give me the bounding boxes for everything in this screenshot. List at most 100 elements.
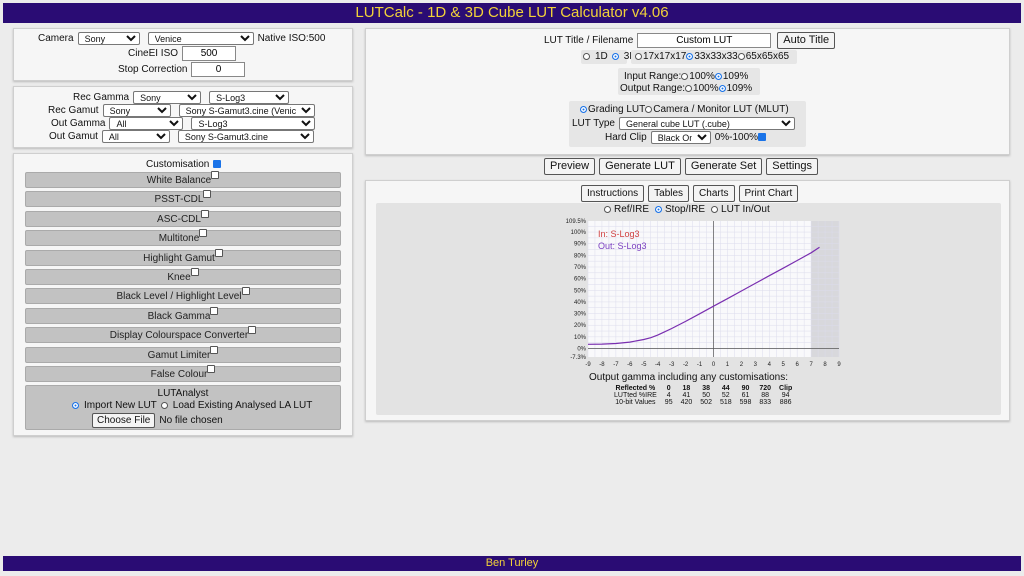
- bar-white-balance[interactable]: White Balance: [25, 171, 341, 188]
- size-17-radio[interactable]: [635, 53, 642, 60]
- mode-lut-inout-radio[interactable]: [711, 206, 719, 213]
- chart-y-tick-label: 50%: [574, 288, 587, 294]
- tab-print-chart[interactable]: Print Chart: [738, 185, 799, 202]
- out-gamma-make-select[interactable]: All: [109, 117, 184, 130]
- auto-title-button[interactable]: Auto Title: [777, 32, 836, 49]
- bar-display-colourspace-converter[interactable]: Display Colourspace Converter: [25, 326, 341, 344]
- size-33-radio[interactable]: [686, 53, 694, 60]
- rec-gamma-select[interactable]: S-Log3: [209, 91, 290, 104]
- table-cell: 598: [739, 399, 752, 406]
- table-cell: 52: [721, 392, 730, 399]
- size-65-radio[interactable]: [737, 53, 745, 60]
- bar-multitone[interactable]: Multitone: [25, 229, 341, 247]
- chart-y-tick-label: 90%: [574, 242, 587, 248]
- checkbox-gamut-limiter[interactable]: [210, 345, 219, 354]
- table-cell: 61: [741, 392, 750, 399]
- rec-gamma-make-select[interactable]: Sony: [133, 91, 202, 104]
- tab-charts[interactable]: Charts: [693, 185, 735, 202]
- out-gamut-select[interactable]: Sony S-Gamut3.cine: [177, 130, 314, 143]
- bar-gamut-limiter[interactable]: Gamut Limiter: [25, 345, 341, 363]
- dim-3d-radio[interactable]: [611, 53, 619, 60]
- customisation-checkbox[interactable]: [213, 159, 222, 168]
- input-range-109-radio[interactable]: [714, 73, 722, 80]
- checkbox-white-balance[interactable]: [211, 171, 220, 179]
- hard-clip-select[interactable]: Black Only: [650, 131, 711, 144]
- bar-false-colour[interactable]: False Colour: [25, 365, 341, 382]
- grading-lut-label: Grading LUT: [588, 104, 646, 115]
- tab-instructions[interactable]: Instructions: [581, 185, 645, 202]
- table-cell: 518: [719, 399, 732, 406]
- dim-1d-radio[interactable]: [583, 53, 590, 60]
- output-range-100-label: 100%: [693, 83, 719, 94]
- bar-black-level-highlight-level[interactable]: Black Level / Highlight Level: [25, 287, 341, 305]
- camera-label: Camera: [38, 33, 74, 44]
- rec-gamut-make-select[interactable]: Sony: [102, 104, 171, 117]
- generate-set-button[interactable]: Generate Set: [684, 158, 763, 175]
- checkbox-black-gamma[interactable]: [210, 306, 219, 315]
- hard-clip-checkbox[interactable]: [758, 132, 767, 141]
- chart-x-tick-label: -7: [613, 362, 619, 368]
- cineei-input[interactable]: [182, 46, 237, 61]
- mode-stop-ire-radio[interactable]: [655, 206, 663, 213]
- camera-model-select[interactable]: Venice: [147, 32, 254, 45]
- checkbox-psst-cdl[interactable]: [203, 190, 212, 199]
- cineei-label: CineEI ISO: [128, 48, 179, 59]
- input-range-100-radio[interactable]: [681, 73, 689, 80]
- camera-make-select[interactable]: Sony: [77, 32, 140, 45]
- lut-title-input[interactable]: [637, 33, 772, 48]
- chart-x-tick-label: 8: [823, 362, 827, 368]
- preview-button[interactable]: Preview: [544, 158, 596, 175]
- checkbox-asc-cdl[interactable]: [200, 209, 209, 218]
- bar-knee[interactable]: Knee: [25, 268, 341, 285]
- bar-label-white-balance: White Balance: [146, 175, 212, 186]
- output-range-100-radio[interactable]: [685, 85, 693, 92]
- generate-lut-button[interactable]: Generate LUT: [599, 158, 681, 175]
- grading-lut-radio[interactable]: [580, 106, 587, 113]
- size-33-label: 33x33x33: [694, 51, 738, 62]
- native-iso-text: Native ISO:500: [257, 33, 326, 44]
- stop-correction-input[interactable]: [191, 62, 246, 77]
- bar-black-gamma[interactable]: Black Gamma: [25, 306, 341, 324]
- bar-asc-cdl[interactable]: ASC-CDL: [25, 209, 341, 227]
- tab-tables[interactable]: Tables: [648, 185, 690, 202]
- mode-ref-ire-radio[interactable]: [604, 206, 611, 213]
- load-analysed-radio[interactable]: [160, 402, 168, 409]
- table-cell: 886: [779, 399, 792, 406]
- table-cell: 833: [759, 399, 772, 406]
- lut-type-select[interactable]: General cube LUT (.cube): [619, 117, 795, 130]
- checkbox-highlight-gamut[interactable]: [214, 248, 223, 257]
- chart-x-tick-label: 0: [712, 362, 716, 368]
- chart-y-tick-label: -7.3%: [570, 355, 586, 361]
- checkbox-false-colour[interactable]: [207, 365, 216, 373]
- choose-file-button[interactable]: Choose File: [92, 413, 156, 428]
- size-17-label: 17x17x17: [643, 51, 687, 62]
- lutanalyst-title: LUTAnalyst: [157, 388, 209, 399]
- chart-y-tick-label: 109.5%: [566, 219, 587, 225]
- chart-y-tick-label: 80%: [574, 253, 587, 259]
- bar-psst-cdl[interactable]: PSST-CDL: [25, 190, 341, 208]
- output-range-109-radio[interactable]: [718, 85, 726, 92]
- table-header-row: Reflected % 0 18 38 44 90 720 Clip: [610, 385, 796, 392]
- chart-y-tick-label: 70%: [574, 265, 587, 271]
- output-range-label: Output Range:: [620, 83, 686, 94]
- checkbox-black-level-highlight-level[interactable]: [241, 287, 250, 296]
- table-row: LUTted %IRE 4 41 50 52 61 88 94: [610, 392, 796, 399]
- checkbox-multitone[interactable]: [199, 229, 208, 238]
- bar-highlight-gamut[interactable]: Highlight Gamut: [25, 248, 341, 266]
- table-cell: 502: [700, 399, 712, 406]
- out-gamut-make-select[interactable]: All: [101, 130, 170, 143]
- mlut-radio[interactable]: [645, 106, 653, 113]
- import-lut-radio[interactable]: [72, 402, 79, 409]
- checkbox-display-colourspace-converter[interactable]: [248, 326, 257, 335]
- out-gamma-label: Out Gamma: [51, 118, 106, 129]
- bar-label-false-colour: False Colour: [150, 369, 208, 380]
- out-gamma-select[interactable]: S-Log3: [191, 117, 316, 130]
- chart-y-tick-label: 10%: [574, 335, 587, 341]
- settings-button[interactable]: Settings: [766, 158, 819, 175]
- rec-gamut-label: Rec Gamut: [48, 105, 99, 116]
- table-cell: 420: [680, 399, 693, 406]
- rec-gamut-select[interactable]: Sony S-Gamut3.cine (Venice): [178, 104, 315, 117]
- input-range-100-label: 100%: [689, 71, 715, 82]
- checkbox-knee[interactable]: [190, 268, 199, 276]
- lut-type-label: LUT Type: [572, 118, 615, 129]
